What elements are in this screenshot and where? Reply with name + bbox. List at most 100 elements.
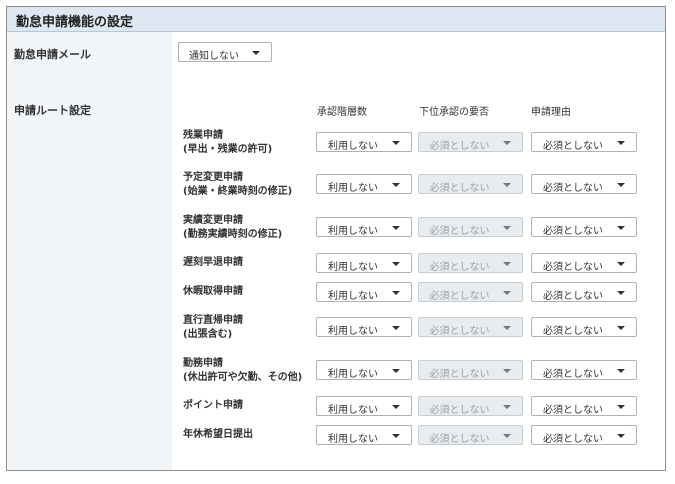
approval-levels-select[interactable]: 利用しない [316,360,412,380]
approval-levels-select-value: 利用しない [328,369,378,380]
approval-levels-select-value: 利用しない [328,326,378,337]
mail-notification-value: 通知しない [189,51,239,62]
lower-approval-select-value: 必須としない [429,369,490,380]
application-reason-select[interactable]: 必須としない [531,425,637,445]
approval-levels-select[interactable]: 利用しない [316,132,412,152]
lower-approval-select-value: 必須としない [429,291,490,302]
approval-levels-select-value: 利用しない [328,291,378,302]
approval-levels-select[interactable]: 利用しない [316,317,412,337]
chevron-down-icon [392,291,400,295]
chevron-down-icon [392,226,400,230]
route-row-subtitle: (始業・終業時刻の修正) [183,186,293,197]
chevron-down-icon [617,291,625,295]
application-reason-select-value: 必須としない [543,326,603,337]
application-reason-select-value: 必須としない [543,262,603,273]
route-row-label: 勤務申請 (休出許可や欠勤、その他) [183,357,302,385]
route-row-label: 年休希望日提出 [183,428,253,442]
panel-header: 勤怠申請機能の設定 [7,7,665,32]
application-reason-select[interactable]: 必須としない [531,174,637,194]
chevron-down-icon [392,183,400,187]
lower-approval-select: 必須としない [418,360,523,380]
lower-approval-select-value: 必須としない [429,141,490,152]
route-row-name: 遅刻早退申請 [183,257,243,268]
chevron-down-icon [503,405,511,409]
lower-approval-select-value: 必須としない [429,326,490,337]
application-reason-select[interactable]: 必須としない [531,360,637,380]
mail-setting-label: 勤怠申請メール [14,48,91,61]
chevron-down-icon [392,141,400,145]
route-row-name: 直行直帰申請 [183,315,243,326]
mail-notification-select[interactable]: 通知しない [178,42,272,62]
application-reason-select[interactable]: 必須としない [531,217,637,237]
chevron-down-icon [392,326,400,330]
chevron-down-icon [617,434,625,438]
approval-levels-select[interactable]: 利用しない [316,282,412,302]
approval-levels-select-value: 利用しない [328,183,378,194]
lower-approval-select: 必須としない [418,425,523,445]
lower-approval-select-value: 必須としない [429,434,490,445]
column-header-levels: 承認階層数 [317,107,367,118]
column-header-lower-approval: 下位承認の要否 [419,107,489,118]
chevron-down-icon [617,183,625,187]
column-header-reason: 申請理由 [531,107,571,118]
chevron-down-icon [252,51,260,55]
application-reason-select-value: 必須としない [543,141,603,152]
chevron-down-icon [392,369,400,373]
route-row-label: 休暇取得申請 [183,285,243,299]
approval-levels-select[interactable]: 利用しない [316,396,412,416]
chevron-down-icon [503,141,511,145]
approval-levels-select[interactable]: 利用しない [316,425,412,445]
route-row-label: ポイント申請 [183,399,243,413]
chevron-down-icon [503,369,511,373]
route-row-subtitle: (勤務実績時刻の修正) [183,229,283,240]
route-row-subtitle: (出張含む) [183,329,233,340]
chevron-down-icon [617,405,625,409]
application-reason-select-value: 必須としない [543,369,603,380]
lower-approval-select-value: 必須としない [429,262,490,273]
application-reason-select-value: 必須としない [543,291,603,302]
lower-approval-select-value: 必須としない [429,226,490,237]
application-reason-select-value: 必須としない [543,434,603,445]
chevron-down-icon [503,291,511,295]
lower-approval-select-value: 必須としない [429,183,490,194]
lower-approval-select: 必須としない [418,174,523,194]
approval-levels-select[interactable]: 利用しない [316,217,412,237]
chevron-down-icon [503,434,511,438]
lower-approval-select: 必須としない [418,282,523,302]
route-row-name: 実績変更申請 [183,215,243,226]
route-row-subtitle: (早出・残業の許可) [183,144,273,155]
chevron-down-icon [503,262,511,266]
route-row-name: ポイント申請 [183,400,243,411]
lower-approval-select: 必須としない [418,132,523,152]
application-reason-select[interactable]: 必須としない [531,282,637,302]
application-reason-select-value: 必須としない [543,183,603,194]
approval-levels-select-value: 利用しない [328,434,378,445]
chevron-down-icon [617,369,625,373]
chevron-down-icon [617,226,625,230]
route-row-label: 直行直帰申請 (出張含む) [183,314,243,342]
approval-levels-select-value: 利用しない [328,226,378,237]
route-row-name: 年休希望日提出 [183,429,253,440]
approval-levels-select-value: 利用しない [328,262,378,273]
chevron-down-icon [503,226,511,230]
application-reason-select-value: 必須としない [543,405,603,416]
route-row-name: 予定変更申請 [183,172,243,183]
chevron-down-icon [503,326,511,330]
chevron-down-icon [392,405,400,409]
application-reason-select[interactable]: 必須としない [531,396,637,416]
approval-levels-select-value: 利用しない [328,141,378,152]
application-reason-select[interactable]: 必須としない [531,317,637,337]
approval-levels-select[interactable]: 利用しない [316,253,412,273]
label-column [7,32,172,470]
page-title: 勤怠申請機能の設定 [16,15,134,30]
approval-levels-select[interactable]: 利用しない [316,174,412,194]
route-row-name: 残業申請 [183,130,223,141]
application-reason-select[interactable]: 必須としない [531,253,637,273]
application-reason-select[interactable]: 必須としない [531,132,637,152]
route-row-name: 休暇取得申請 [183,286,243,297]
chevron-down-icon [503,183,511,187]
chevron-down-icon [392,434,400,438]
approval-levels-select-value: 利用しない [328,405,378,416]
lower-approval-select: 必須としない [418,217,523,237]
route-row-name: 勤務申請 [183,358,223,369]
